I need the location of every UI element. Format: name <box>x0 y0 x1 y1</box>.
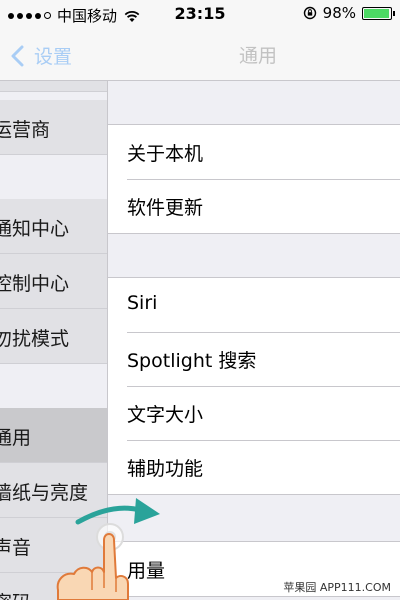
row-about[interactable]: 关于本机 <box>107 125 400 179</box>
row-spotlight-search[interactable]: Spotlight 搜索 <box>107 332 400 386</box>
sidebar-item-sounds[interactable]: 声音 <box>0 518 107 573</box>
sidebar-item-partial[interactable] <box>0 80 107 92</box>
sidebar-item-label: 密码 <box>0 588 31 600</box>
watermark: 苹果园 APP111.COM <box>280 578 394 596</box>
sidebar-item-passcode[interactable]: 密码 <box>0 573 107 600</box>
sidebar-item-label: 通用 <box>0 427 32 449</box>
settings-sidebar: 运营商 通知中心 控制中心 勿扰模式 通用 墙纸与亮度 声音 密码 <box>0 80 108 600</box>
battery-icon <box>362 6 395 20</box>
row-label: 文字大小 <box>127 404 204 426</box>
row-label: 用量 <box>127 560 166 582</box>
sidebar-item-label: 墙纸与亮度 <box>0 482 89 504</box>
back-button-label: 设置 <box>34 46 73 68</box>
status-bar: 中国移动 23:15 98% <box>0 0 400 28</box>
battery-percent: 98% <box>322 4 356 22</box>
general-settings-panel: 关于本机 软件更新 Siri Spotlight 搜索 文字大小 辅助功能 用量 <box>107 80 400 600</box>
sidebar-item-wallpaper-brightness[interactable]: 墙纸与亮度 <box>0 463 107 518</box>
sidebar-item-label: 通知中心 <box>0 218 70 240</box>
sidebar-item-control-center[interactable]: 控制中心 <box>0 254 107 309</box>
row-label: 关于本机 <box>127 143 204 165</box>
sidebar-item-general[interactable]: 通用 <box>0 408 107 463</box>
sidebar-item-label: 勿扰模式 <box>0 328 70 350</box>
row-label: Spotlight 搜索 <box>127 350 257 372</box>
sidebar-item-label: 声音 <box>0 537 32 559</box>
sidebar-item-label: 控制中心 <box>0 273 70 295</box>
sidebar-item-label: 运营商 <box>0 119 51 141</box>
rotation-lock-icon <box>303 6 316 20</box>
row-software-update[interactable]: 软件更新 <box>107 179 400 233</box>
sidebar-item-carrier[interactable]: 运营商 <box>0 100 107 155</box>
settings-group-about: 关于本机 软件更新 <box>107 124 400 234</box>
settings-group-siri: Siri Spotlight 搜索 文字大小 辅助功能 <box>107 277 400 495</box>
row-label: 辅助功能 <box>127 458 204 480</box>
sidebar-item-do-not-disturb[interactable]: 勿扰模式 <box>0 309 107 364</box>
row-label: Siri <box>127 292 158 314</box>
back-button[interactable]: 设置 <box>10 42 72 69</box>
chevron-left-icon <box>11 45 24 66</box>
row-siri[interactable]: Siri <box>107 278 400 332</box>
row-text-size[interactable]: 文字大小 <box>107 386 400 440</box>
sidebar-item-notification-center[interactable]: 通知中心 <box>0 199 107 254</box>
row-label: 软件更新 <box>127 197 204 219</box>
navigation-bar: 设置 通用 <box>0 28 400 81</box>
page-title: 通用 <box>239 45 278 67</box>
row-accessibility[interactable]: 辅助功能 <box>107 440 400 494</box>
